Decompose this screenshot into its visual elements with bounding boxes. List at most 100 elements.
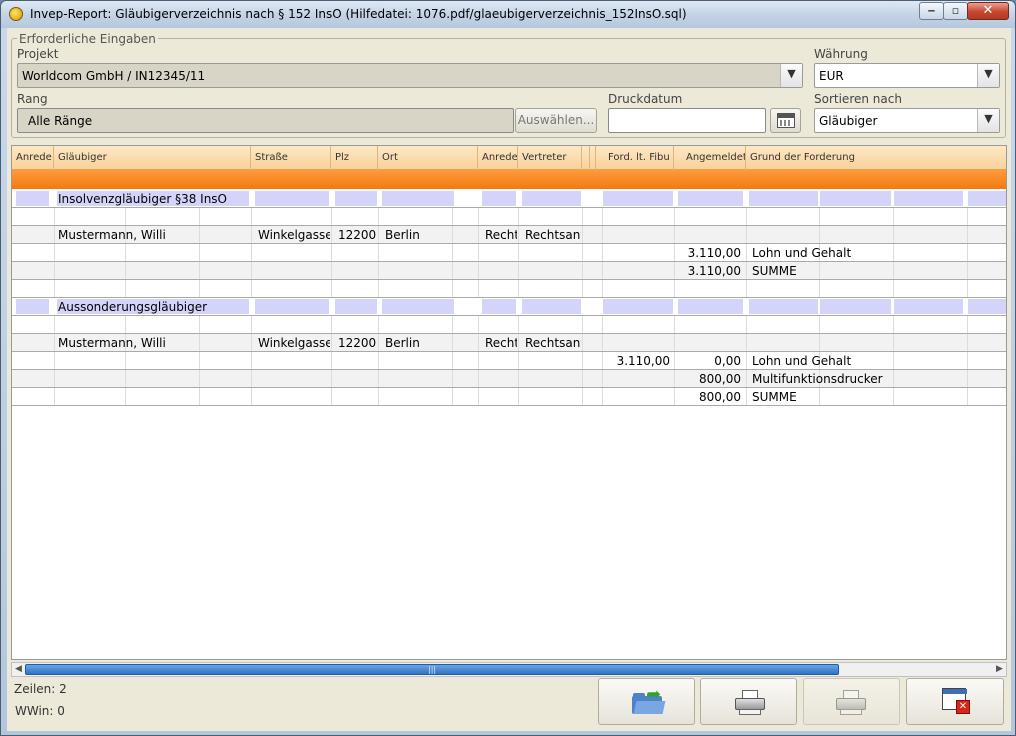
cell-divider	[378, 208, 379, 225]
table-row[interactable]: 800,00 Multifunktionsdrucker	[12, 370, 1006, 388]
scroll-right-icon[interactable]: ▶	[993, 663, 1006, 676]
title-bar[interactable]: Invep-Report: Gläubigerverzeichnis nach …	[1, 1, 1015, 28]
print-preview-button[interactable]	[803, 678, 900, 725]
cell-divider	[893, 226, 894, 243]
cell-divider	[125, 262, 126, 279]
cell-divider	[378, 370, 379, 387]
col-plz[interactable]: Plz	[331, 146, 378, 170]
table-row[interactable]: Mustermann, Willi Winkelgasse 12200 Berlin R…	[12, 334, 1006, 352]
sortieren-dropdown-button[interactable]: ▼	[977, 109, 999, 132]
group-cell	[382, 299, 454, 314]
cell-glaeubiger: Mustermann, Willi	[58, 336, 166, 350]
close-window-button[interactable]: ✕	[967, 2, 1009, 20]
cell-grund: SUMME	[752, 390, 797, 404]
waehrung-value: EUR	[819, 69, 844, 83]
print-button[interactable]	[700, 678, 797, 725]
col-vertreter[interactable]: Vertreter	[518, 146, 582, 170]
col-glaeubiger[interactable]: Gläubiger	[54, 146, 251, 170]
table-row[interactable]	[12, 280, 1006, 298]
group-cell	[968, 299, 1006, 314]
group-row[interactable]: Insolvenzgläubiger §38 InsO	[12, 190, 1006, 208]
scroll-left-icon[interactable]: ◀	[12, 663, 25, 676]
table-row[interactable]: Mustermann, Willi Winkelgasse 12200 Berlin R…	[12, 226, 1006, 244]
folder-export-icon: ➦	[632, 684, 666, 714]
cell-divider	[54, 244, 55, 261]
cell-divider	[199, 352, 200, 369]
cell-divider	[378, 352, 379, 369]
col-ford-fibu[interactable]: Ford. lt. Fibu	[594, 146, 674, 170]
cell-divider	[893, 334, 894, 351]
projekt-dropdown-button[interactable]: ▼	[780, 64, 802, 87]
cell-divider	[582, 370, 583, 387]
scroll-grip-icon: |||	[428, 665, 437, 674]
scrollbar-thumb[interactable]: |||	[25, 664, 839, 675]
app-icon	[9, 7, 23, 21]
table-row[interactable]: 3.110,00 SUMME	[12, 262, 1006, 280]
cell-divider	[125, 316, 126, 333]
maximize-button[interactable]: ▫	[943, 2, 968, 20]
group-row[interactable]: Aussonderungsgläubiger	[12, 298, 1006, 316]
horizontal-scrollbar[interactable]: ◀ ||| ▶	[11, 662, 1007, 677]
cell-divider	[746, 280, 747, 297]
sortieren-select[interactable]: Gläubiger ▼	[814, 108, 1000, 133]
cell-divider	[251, 244, 252, 261]
cell-divider	[452, 280, 453, 297]
group-cell	[522, 191, 581, 206]
cell-divider	[674, 244, 675, 261]
cell-divider	[602, 262, 603, 279]
cell-divider	[331, 280, 332, 297]
cell-divider	[54, 208, 55, 225]
calendar-button[interactable]	[770, 108, 801, 133]
minimize-button[interactable]: ‒	[919, 2, 944, 20]
cell-divider	[331, 352, 332, 369]
cell-divider	[251, 280, 252, 297]
col-strasse[interactable]: Straße	[251, 146, 331, 170]
cell-divider	[582, 280, 583, 297]
close-report-button[interactable]: ✕	[906, 678, 1004, 725]
druckdatum-input[interactable]	[608, 108, 766, 133]
cell-divider	[967, 316, 968, 333]
col-ort[interactable]: Ort	[378, 146, 478, 170]
cell-divider	[125, 352, 126, 369]
group-cell	[603, 299, 673, 314]
cell-divider	[478, 388, 479, 405]
col-grund[interactable]: Grund der Forderung	[746, 146, 1006, 170]
table-row[interactable]	[12, 316, 1006, 334]
cell-plz: 12200	[338, 228, 377, 242]
chevron-down-icon: ▼	[787, 67, 796, 80]
table-row[interactable]: 3.110,00 Lohn und Gehalt	[12, 244, 1006, 262]
cell-divider	[452, 334, 453, 351]
cell-divider	[674, 208, 675, 225]
cell-vertreter: Rechtsanw	[525, 228, 581, 242]
report-table[interactable]: Anrede Gläubiger Straße Plz Ort Anrede V…	[11, 145, 1007, 660]
wwin-status: WWin: 0	[15, 704, 65, 718]
col-anrede-vertreter[interactable]: Anrede	[478, 146, 518, 170]
cell-divider	[582, 334, 583, 351]
sortieren-value: Gläubiger	[819, 114, 878, 128]
cell-divider	[125, 388, 126, 405]
projekt-label: Projekt	[17, 47, 59, 61]
cell-divider	[582, 262, 583, 279]
cell-angemeldet: 0,00	[714, 354, 741, 368]
cell-divider	[378, 280, 379, 297]
projekt-select[interactable]: Worldcom GmbH / IN12345/11 ▼	[17, 63, 803, 88]
cell-divider	[746, 208, 747, 225]
cell-ort: Berlin	[385, 336, 420, 350]
table-row[interactable]	[12, 208, 1006, 226]
export-button[interactable]: ➦	[598, 678, 695, 725]
cell-divider	[746, 352, 747, 369]
cell-divider	[331, 316, 332, 333]
cell-angemeldet: 3.110,00	[687, 246, 741, 260]
col-anrede[interactable]: Anrede	[12, 146, 54, 170]
table-row[interactable]: 800,00 SUMME	[12, 388, 1006, 406]
row-count: Zeilen: 2	[14, 682, 67, 696]
table-row[interactable]: 3.110,00 0,00 Lohn und Gehalt	[12, 352, 1006, 370]
cell-divider	[602, 208, 603, 225]
waehrung-select[interactable]: EUR ▼	[814, 63, 1000, 88]
group-cell	[749, 299, 818, 314]
col-angemeldet[interactable]: Angemeldet	[674, 146, 746, 170]
waehrung-dropdown-button[interactable]: ▼	[977, 64, 999, 87]
auswaehlen-button[interactable]: Auswählen...	[515, 108, 597, 133]
window-title: Invep-Report: Gläubigerverzeichnis nach …	[30, 7, 687, 21]
cell-divider	[602, 244, 603, 261]
